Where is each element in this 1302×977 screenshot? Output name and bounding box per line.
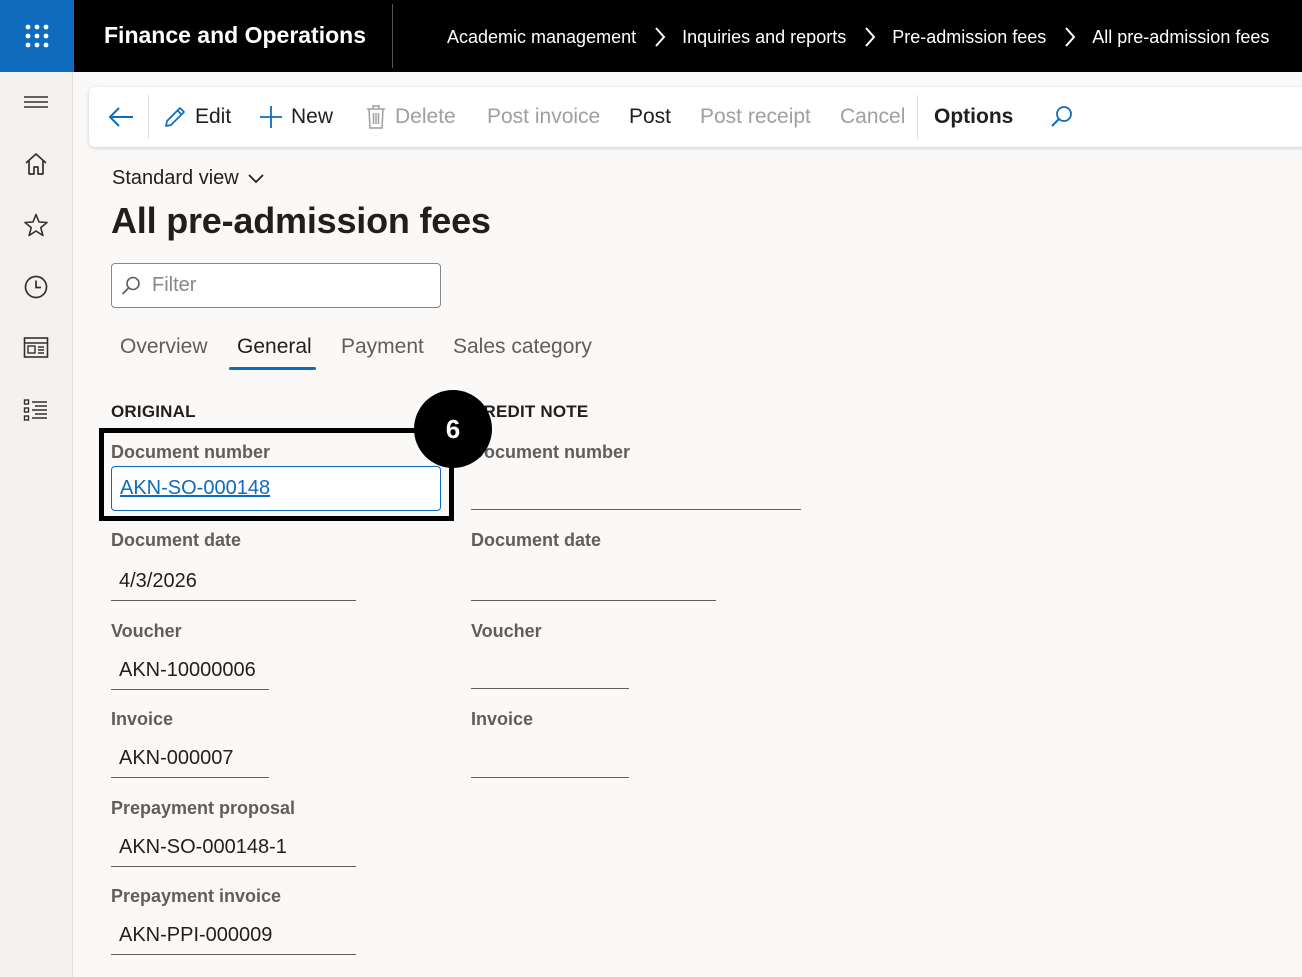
view-selector[interactable]: Standard view <box>112 167 265 190</box>
credit-document-date-value <box>471 561 716 601</box>
app-title[interactable]: Finance and Operations <box>104 22 366 49</box>
active-tab-indicator <box>229 367 316 370</box>
credit-invoice-value[interactable] <box>471 738 629 778</box>
prepayment-proposal-label: Prepayment proposal <box>111 798 296 818</box>
new-button[interactable]: New <box>259 87 333 147</box>
post-receipt-label: Post receipt <box>700 105 811 128</box>
search-icon <box>1049 104 1075 130</box>
post-invoice-button[interactable]: Post invoice <box>487 87 600 147</box>
toolbar-divider <box>148 95 149 139</box>
filter-box[interactable] <box>111 263 441 308</box>
prepayment-invoice-value[interactable]: AKN-PPI-000009 <box>111 915 356 955</box>
breadcrumb: Academic management Inquiries and report… <box>447 22 1269 52</box>
document-date-label: Document date <box>111 530 242 550</box>
breadcrumb-all-pre-admission-fees[interactable]: All pre-admission fees <box>1092 27 1269 48</box>
prepayment-invoice-label: Prepayment invoice <box>111 886 282 906</box>
invoice-value[interactable]: AKN-000007 <box>111 738 269 778</box>
voucher-value[interactable]: AKN-10000006 <box>111 650 269 690</box>
plus-icon <box>259 105 283 129</box>
options-label: Options <box>934 105 1014 128</box>
callout-step-number: 6 <box>414 390 492 468</box>
breadcrumb-inquiries-and-reports[interactable]: Inquiries and reports <box>682 27 846 48</box>
list-icon[interactable] <box>16 390 56 430</box>
prepayment-proposal-value[interactable]: AKN-SO-000148-1 <box>111 827 356 867</box>
top-bar: Finance and Operations Academic manageme… <box>0 0 1302 72</box>
credit-document-date-label: Document date <box>471 530 602 550</box>
credit-invoice-label: Invoice <box>471 709 534 729</box>
menu-icon[interactable] <box>16 82 56 122</box>
chevron-right-icon <box>1064 26 1076 48</box>
document-date-value: 4/3/2026 <box>111 561 356 601</box>
post-label: Post <box>629 105 672 128</box>
edit-button[interactable]: Edit <box>163 87 231 147</box>
cancel-label: Cancel <box>840 105 906 128</box>
credit-document-number-label: Document number <box>471 442 631 462</box>
credit-voucher-value[interactable] <box>471 649 629 689</box>
back-button[interactable] <box>107 87 143 147</box>
tab-payment[interactable]: Payment <box>341 335 424 377</box>
cancel-button[interactable]: Cancel <box>840 87 905 147</box>
options-button[interactable]: Options <box>934 87 1013 147</box>
search-icon <box>121 276 140 295</box>
chevron-right-icon <box>864 26 876 48</box>
arrow-left-icon <box>107 105 135 129</box>
edit-label: Edit <box>195 105 232 128</box>
callout-highlight-box <box>99 428 454 521</box>
filter-input[interactable] <box>152 274 422 297</box>
view-selector-label: Standard view <box>112 167 239 189</box>
voucher-label: Voucher <box>111 621 182 641</box>
tab-sales-category[interactable]: Sales category <box>453 335 592 377</box>
topbar-divider <box>392 4 393 68</box>
chevron-right-icon <box>654 26 666 48</box>
credit-voucher-label: Voucher <box>471 621 542 641</box>
workspace-icon[interactable] <box>16 328 56 368</box>
tab-overview[interactable]: Overview <box>120 335 208 377</box>
breadcrumb-pre-admission-fees[interactable]: Pre-admission fees <box>892 27 1046 48</box>
credit-document-number-value[interactable] <box>471 470 801 510</box>
tab-general[interactable]: General <box>237 335 312 377</box>
post-invoice-label: Post invoice <box>487 105 601 128</box>
original-heading: ORIGINAL <box>111 402 196 421</box>
invoice-label: Invoice <box>111 709 174 729</box>
breadcrumb-academic-management[interactable]: Academic management <box>447 27 636 48</box>
chevron-down-icon <box>248 173 264 183</box>
star-icon[interactable] <box>16 205 56 245</box>
post-button[interactable]: Post <box>629 87 671 147</box>
action-pane: Edit New Delete Post invoice Post Post r… <box>89 87 1302 147</box>
delete-label: Delete <box>395 105 456 128</box>
search-button[interactable] <box>1049 87 1083 147</box>
trash-icon <box>365 104 387 130</box>
navigation-rail <box>0 72 73 977</box>
new-label: New <box>291 105 334 128</box>
waffle-icon[interactable] <box>0 0 74 72</box>
post-receipt-button[interactable]: Post receipt <box>700 87 811 147</box>
pencil-icon <box>163 105 187 129</box>
delete-button[interactable]: Delete <box>365 87 456 147</box>
home-icon[interactable] <box>16 144 56 184</box>
toolbar-divider <box>917 95 918 139</box>
page-title: All pre-admission fees <box>111 200 491 241</box>
clock-icon[interactable] <box>16 267 56 307</box>
